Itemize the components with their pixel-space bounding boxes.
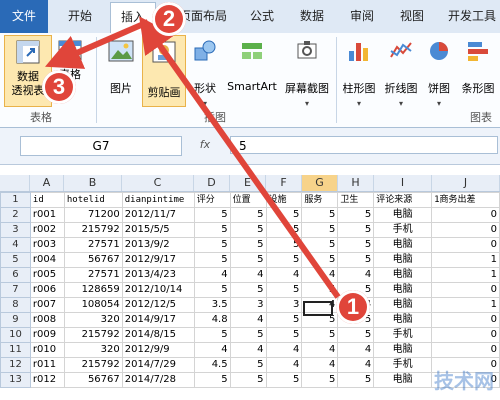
- watermark: 技术网: [434, 369, 494, 393]
- arrow-to-pivot-table: [44, 19, 150, 69]
- tutorial-arrows: [44, 16, 341, 299]
- step-badge-2: 2: [152, 2, 186, 36]
- arrow-to-insert-tab: [139, 16, 341, 299]
- step-badge-3: 3: [42, 70, 76, 104]
- step-badge-1: 1: [336, 290, 370, 324]
